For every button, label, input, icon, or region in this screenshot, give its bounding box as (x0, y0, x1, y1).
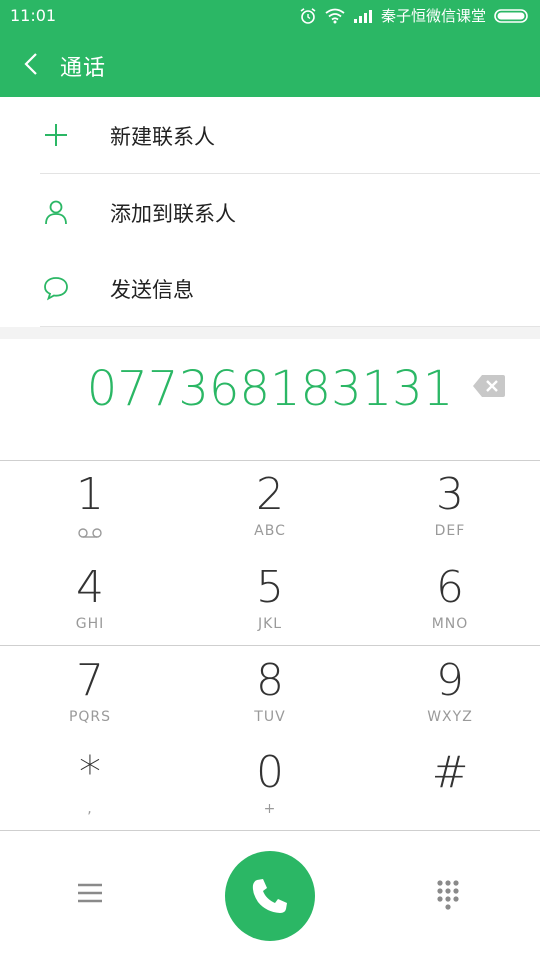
key-1[interactable]: 1 (0, 461, 180, 553)
menu-item-send-message[interactable]: 发送信息 (0, 250, 540, 326)
dialpad-icon[interactable] (436, 879, 464, 911)
status-bar: 11:01 秦子恒微信课堂 (0, 0, 540, 32)
dial-keypad: 1 2 ABC 3 DEF 4 GHI 5 JKL 6 MNO 7 PQRS 8… (0, 461, 540, 829)
voicemail-icon (78, 528, 102, 538)
menu-item-label: 新建联系人 (110, 125, 215, 149)
app-bar: 通话 (0, 32, 540, 97)
call-button[interactable] (225, 851, 315, 941)
menu-item-new-contact[interactable]: 新建联系人 (0, 97, 540, 173)
contact-actions-menu: 新建联系人 添加到联系人 发送信息 (0, 97, 540, 327)
section-separator (0, 327, 540, 339)
status-right: 秦子恒微信课堂 (299, 5, 530, 26)
key-6[interactable]: 6 MNO (360, 554, 540, 646)
menu-icon[interactable] (76, 881, 104, 905)
back-arrow-icon[interactable] (20, 52, 44, 76)
key-letters: WXYZ (427, 709, 473, 725)
key-digit: 6 (436, 562, 464, 613)
key-letters: + (263, 801, 277, 817)
menu-item-add-to-contact[interactable]: 添加到联系人 (0, 174, 540, 250)
key-0[interactable]: 0 + (180, 739, 360, 831)
key-letters: GHI (75, 616, 105, 632)
message-icon (44, 277, 68, 301)
key-letters: MNO (431, 616, 469, 632)
key-digit: 8 (256, 655, 284, 706)
divider (0, 645, 540, 646)
key-digit: 5 (256, 562, 284, 613)
key-digit: 7 (76, 655, 104, 706)
number-display: 077368183131 (0, 339, 540, 460)
key-2[interactable]: 2 ABC (180, 461, 360, 553)
plus-icon (45, 124, 67, 146)
key-8[interactable]: 8 TUV (180, 647, 360, 739)
key-hash[interactable]: # (360, 739, 540, 831)
menu-item-label: 添加到联系人 (110, 202, 236, 226)
key-digit: 1 (76, 469, 104, 520)
signal-icon (353, 9, 372, 23)
key-5[interactable]: 5 JKL (180, 554, 360, 646)
key-letters: PQRS (68, 709, 112, 725)
backspace-icon[interactable] (472, 374, 506, 398)
menu-item-label: 发送信息 (110, 278, 194, 302)
key-digit: * (79, 747, 101, 798)
key-7[interactable]: 7 PQRS (0, 647, 180, 739)
key-digit: 3 (436, 469, 464, 520)
dialed-number: 077368183131 (86, 361, 454, 417)
key-3[interactable]: 3 DEF (360, 461, 540, 553)
bottom-bar (0, 831, 540, 960)
key-letters: ABC (254, 523, 286, 539)
key-letters: TUV (254, 709, 286, 725)
key-digit: 4 (76, 562, 104, 613)
key-digit: 0 (256, 747, 284, 798)
key-digit: 9 (436, 655, 464, 706)
status-time: 11:01 (10, 6, 57, 25)
key-letters: DEF (434, 523, 466, 539)
battery-icon (494, 8, 528, 23)
page-title: 通话 (60, 56, 107, 81)
key-4[interactable]: 4 GHI (0, 554, 180, 646)
key-digit: 2 (256, 469, 284, 520)
key-star[interactable]: * , (0, 739, 180, 831)
wifi-icon (325, 8, 345, 23)
key-letters: JKL (257, 616, 283, 632)
alarm-icon (300, 7, 316, 24)
phone-icon (252, 879, 287, 913)
key-9[interactable]: 9 WXYZ (360, 647, 540, 739)
carrier-label: 秦子恒微信课堂 (380, 7, 486, 25)
person-icon (45, 200, 67, 225)
key-letters: , (87, 801, 93, 817)
key-digit: # (431, 747, 469, 798)
